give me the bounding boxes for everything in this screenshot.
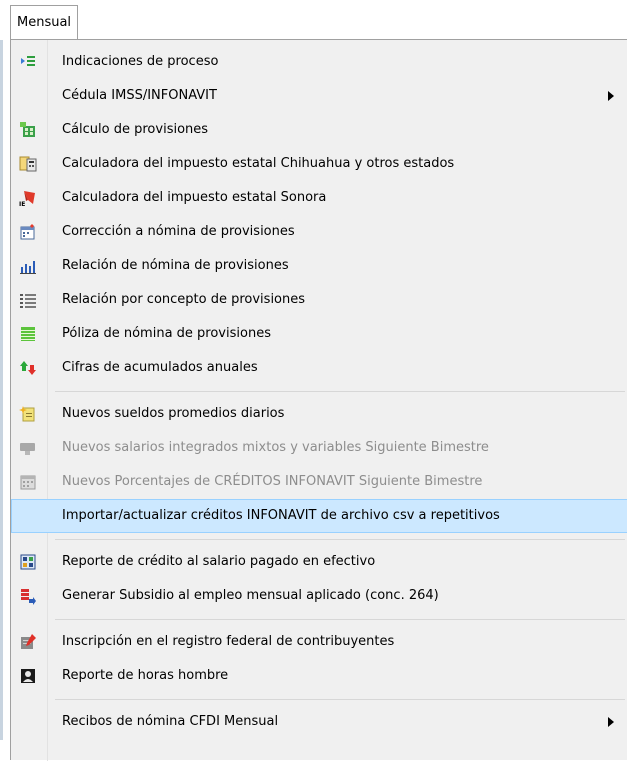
menu-tab-mensual[interactable]: Mensual	[10, 5, 79, 40]
menu-separator	[55, 699, 625, 700]
report-grid-icon	[19, 553, 37, 571]
menu-separator	[55, 539, 625, 540]
person-report-icon	[19, 667, 37, 685]
window-left-edge	[0, 40, 3, 740]
menu-item-label: Relación de nómina de provisiones	[62, 258, 289, 273]
subsidy-arrow-icon	[19, 587, 37, 605]
up-down-arrows-icon	[19, 359, 37, 377]
menu-item-label: Reporte de crédito al salario pagado en …	[62, 554, 376, 569]
menu-item-label: Cifras de acumulados anuales	[62, 360, 258, 375]
menu-item-reporte-credito[interactable]: Reporte de crédito al salario pagado en …	[11, 545, 627, 579]
menu-item-calc-sonora[interactable]: IE Calculadora del impuesto estatal Sono…	[11, 181, 627, 215]
menu-item-label: Póliza de nómina de provisiones	[62, 326, 271, 341]
menu-item-nuevos-sueldos[interactable]: Nuevos sueldos promedios diarios	[11, 397, 627, 431]
menu-item-cedula-imss[interactable]: Cédula IMSS/INFONAVIT	[11, 79, 627, 113]
process-list-icon	[19, 53, 37, 71]
menu-item-label: Nuevos sueldos promedios diarios	[62, 406, 285, 421]
menu-item-label: Recibos de nómina CFDI Mensual	[62, 714, 279, 729]
menu-item-poliza-nomina[interactable]: Póliza de nómina de provisiones	[11, 317, 627, 351]
menu-item-calc-chihuahua[interactable]: Calculadora del impuesto estatal Chihuah…	[11, 147, 627, 181]
menu-item-generar-subsidio[interactable]: Generar Subsidio al empleo mensual aplic…	[11, 579, 627, 613]
menu-item-label: Nuevos Porcentajes de CRÉDITOS INFONAVIT…	[62, 474, 483, 489]
mensual-dropdown-menu: Indicaciones de proceso Cédula IMSS/INFO…	[10, 39, 627, 761]
registration-pen-icon	[19, 633, 37, 651]
menu-item-label: Calculadora del impuesto estatal Chihuah…	[62, 156, 455, 171]
menu-item-label: Reporte de horas hombre	[62, 668, 229, 683]
grey-calendar-icon	[19, 473, 37, 491]
menu-item-nuevos-porcentajes[interactable]: Nuevos Porcentajes de CRÉDITOS INFONAVIT…	[11, 465, 627, 499]
document-calculator-icon	[19, 155, 37, 173]
svg-text:IE: IE	[19, 201, 25, 207]
menu-item-indicaciones[interactable]: Indicaciones de proceso	[11, 45, 627, 79]
menu-item-cifras-acumulados[interactable]: Cifras de acumulados anuales	[11, 351, 627, 385]
menu-item-correccion-nomina[interactable]: Corrección a nómina de provisiones	[11, 215, 627, 249]
menu-item-importar-creditos[interactable]: Importar/actualizar créditos INFONAVIT d…	[11, 499, 627, 533]
menu-item-relacion-nomina[interactable]: Relación de nómina de provisiones	[11, 249, 627, 283]
menu-item-nuevos-salarios[interactable]: Nuevos salarios integrados mixtos y vari…	[11, 431, 627, 465]
menu-bar: Mensual	[0, 0, 627, 40]
menu-item-label: Corrección a nómina de provisiones	[62, 224, 295, 239]
menu-item-calculo-provisiones[interactable]: Cálculo de provisiones	[11, 113, 627, 147]
menu-item-label: Cédula IMSS/INFONAVIT	[62, 88, 217, 103]
menu-item-relacion-concepto[interactable]: Relación por concepto de provisiones	[11, 283, 627, 317]
menu-item-label: Generar Subsidio al empleo mensual aplic…	[62, 588, 439, 603]
grey-folder-icon	[19, 439, 37, 457]
green-ledger-icon	[19, 325, 37, 343]
ie-tax-icon: IE	[19, 189, 37, 207]
menu-item-inscripcion-rfc[interactable]: Inscripción en el registro federal de co…	[11, 625, 627, 659]
bar-chart-icon	[19, 257, 37, 275]
menu-item-label: Calculadora del impuesto estatal Sonora	[62, 190, 327, 205]
submenu-arrow-icon	[608, 717, 614, 727]
calendar-edit-icon	[19, 223, 37, 241]
menu-item-reporte-horas[interactable]: Reporte de horas hombre	[11, 659, 627, 693]
calculator-green-icon	[19, 121, 37, 139]
menu-item-label: Nuevos salarios integrados mixtos y vari…	[62, 440, 489, 455]
menu-item-recibos-cfdi[interactable]: Recibos de nómina CFDI Mensual	[11, 705, 627, 739]
submenu-arrow-icon	[608, 91, 614, 101]
menu-item-label: Relación por concepto de provisiones	[62, 292, 306, 307]
sparkle-document-icon	[19, 405, 37, 423]
menu-separator	[55, 619, 625, 620]
list-icon	[19, 291, 37, 309]
menu-item-label: Importar/actualizar créditos INFONAVIT d…	[62, 508, 500, 523]
menu-separator	[55, 391, 625, 392]
menu-item-label: Indicaciones de proceso	[62, 54, 219, 69]
menu-item-label: Cálculo de provisiones	[62, 122, 209, 137]
menu-item-label: Inscripción en el registro federal de co…	[62, 634, 395, 649]
